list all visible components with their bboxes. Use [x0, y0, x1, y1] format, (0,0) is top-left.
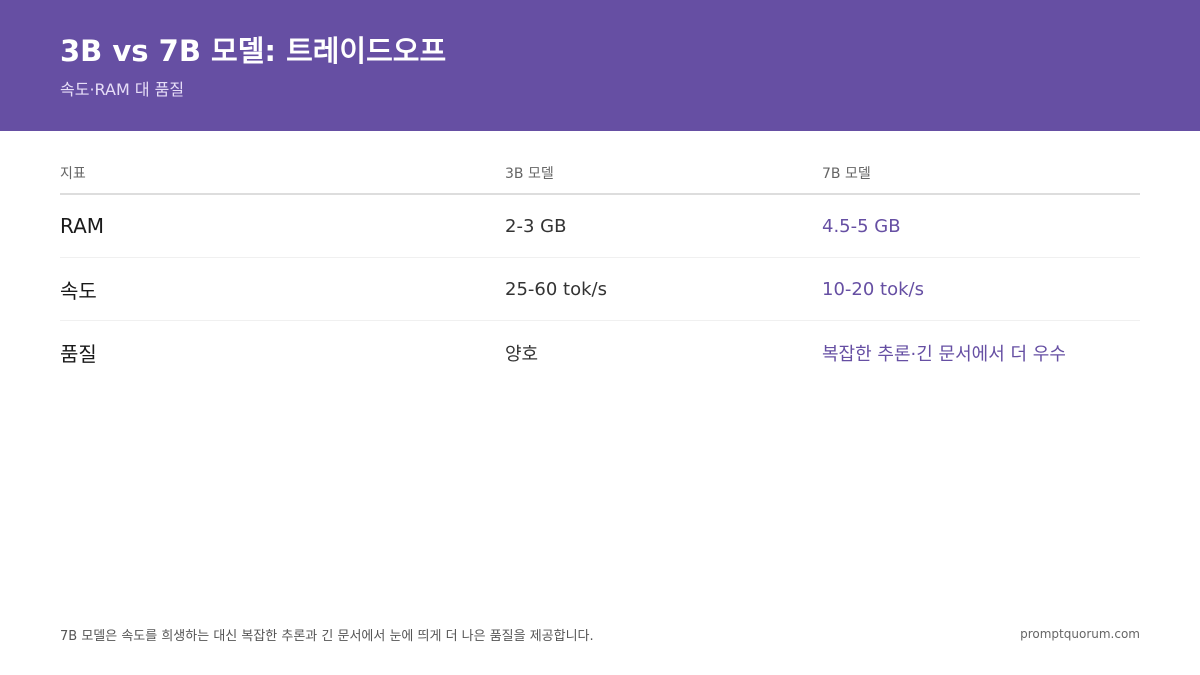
table-row: RAM 2-3 GB 4.5-5 GB — [60, 195, 1140, 258]
model-3b-cell: 2-3 GB — [505, 215, 567, 237]
footer: 7B 모델은 속도를 희생하는 대신 복잡한 추론과 긴 문서에서 눈에 띄게 … — [60, 624, 1140, 644]
comparison-table: 지표 3B 모델 7B 모델 RAM 2-3 GB 4.5-5 GB 속도 25… — [60, 150, 1140, 384]
metric-cell: 속도 — [60, 278, 97, 303]
table-header: 지표 3B 모델 7B 모델 — [60, 150, 1140, 195]
header-banner: 3B vs 7B 모델: 트레이드오프 속도·RAM 대 품질 — [0, 0, 1200, 131]
metric-cell: 품질 — [60, 342, 97, 366]
model-7b-cell: 복잡한 추론·긴 문서에서 더 우수 — [822, 343, 1066, 365]
model-7b-cell: 4.5-5 GB — [822, 215, 901, 237]
column-header-7b: 7B 모델 — [822, 166, 871, 182]
column-header-3b: 3B 모델 — [505, 166, 554, 182]
model-3b-cell: 양호 — [505, 343, 539, 365]
footnote: 7B 모델은 속도를 희생하는 대신 복잡한 추론과 긴 문서에서 눈에 띄게 … — [60, 628, 594, 644]
model-7b-cell: 10-20 tok/s — [822, 278, 924, 300]
column-header-metric: 지표 — [60, 166, 86, 182]
page-title: 3B vs 7B 모델: 트레이드오프 — [60, 34, 447, 68]
table-row: 품질 양호 복잡한 추론·긴 문서에서 더 우수 — [60, 321, 1140, 384]
brand-link[interactable]: promptquorum.com — [1020, 627, 1140, 641]
model-3b-cell: 25-60 tok/s — [505, 278, 607, 300]
table-row: 속도 25-60 tok/s 10-20 tok/s — [60, 258, 1140, 321]
metric-cell: RAM — [60, 214, 105, 238]
page-subtitle: 속도·RAM 대 품질 — [60, 80, 185, 99]
slide: 3B vs 7B 모델: 트레이드오프 속도·RAM 대 품질 지표 3B 모델… — [0, 0, 1200, 675]
